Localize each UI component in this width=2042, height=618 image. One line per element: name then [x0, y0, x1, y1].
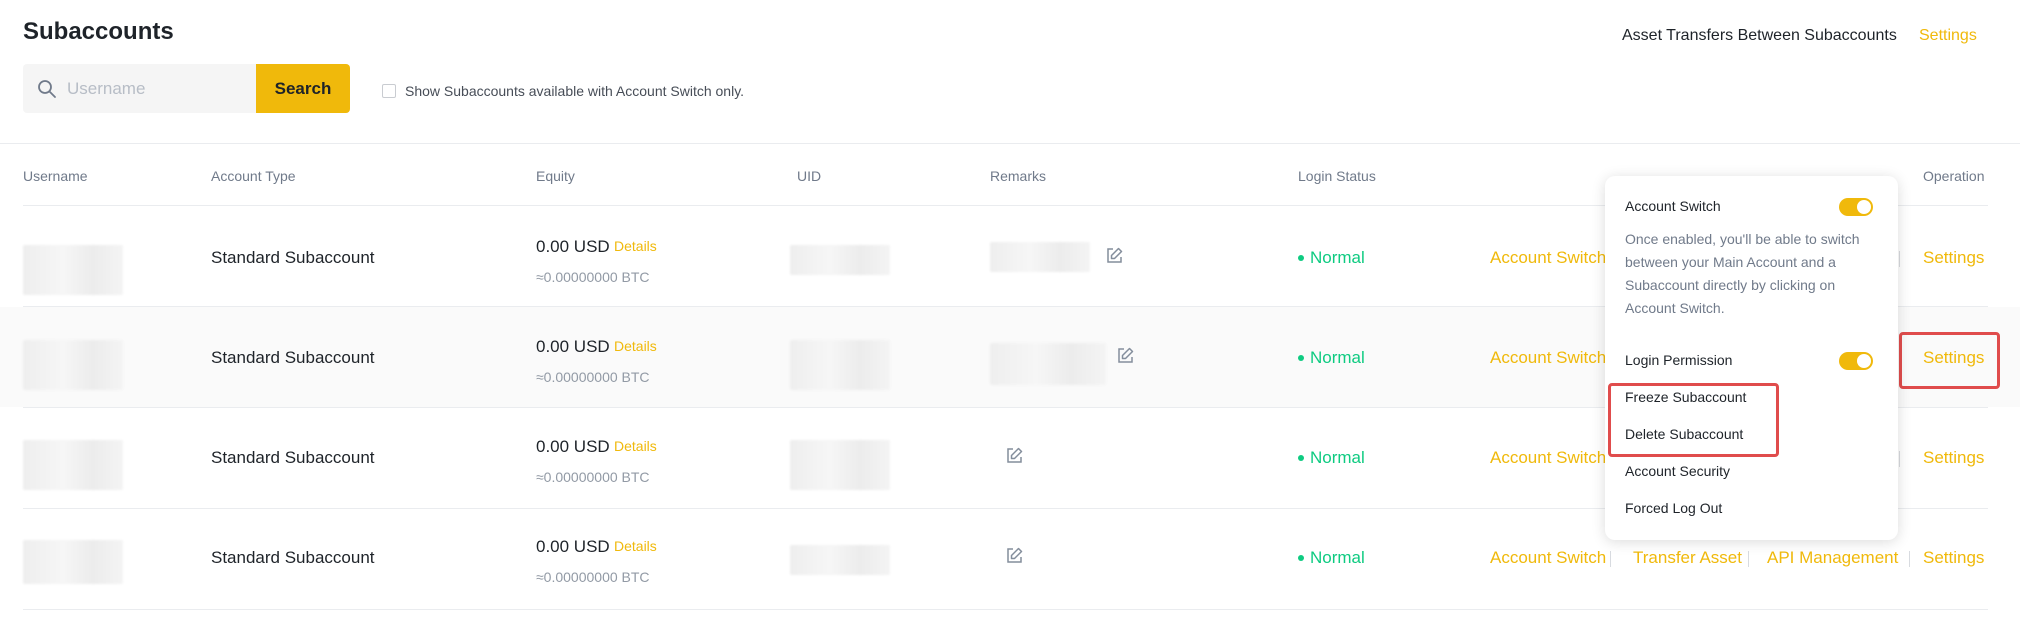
btc-value: ≈0.00000000 BTC [536, 569, 650, 585]
details-link[interactable]: Details [614, 438, 657, 454]
status-text: Normal [1310, 248, 1365, 267]
edit-icon[interactable] [1105, 247, 1123, 265]
account-switch-description: Once enabled, you'll be able to switch b… [1625, 231, 1860, 316]
column-header-uid: UID [797, 168, 822, 184]
uid-redacted [790, 340, 890, 390]
transfer-asset-link[interactable]: Transfer Asset [1633, 548, 1742, 568]
edit-icon[interactable] [1116, 347, 1134, 365]
account-switch-link[interactable]: Account Switch [1490, 448, 1606, 468]
filter-checkbox[interactable] [382, 84, 396, 98]
login-permission-toggle[interactable] [1839, 352, 1873, 370]
username-redacted [23, 245, 123, 295]
account-type: Standard Subaccount [211, 248, 375, 267]
edit-icon[interactable] [1005, 447, 1023, 465]
header-divider [0, 143, 2020, 144]
toggle-knob [1857, 200, 1871, 214]
edit-icon[interactable] [1005, 547, 1023, 565]
operation-separator [1610, 551, 1611, 567]
username-redacted [23, 340, 123, 390]
settings-highlight [1899, 332, 2000, 389]
status-text: Normal [1310, 448, 1365, 467]
details-link[interactable]: Details [614, 238, 657, 254]
freeze-delete-highlight [1608, 383, 1779, 457]
column-header-login-status: Login Status [1298, 168, 1376, 184]
remark-redacted [990, 343, 1106, 385]
transfer-settings-link[interactable]: Settings [1919, 27, 1977, 45]
details-link[interactable]: Details [614, 538, 657, 554]
search-box [23, 64, 256, 113]
login-status: Normal [1298, 248, 1365, 268]
account-type: Standard Subaccount [211, 448, 375, 467]
status-dot-icon [1298, 255, 1304, 261]
column-header-username: Username [23, 168, 88, 184]
status-text: Normal [1310, 348, 1365, 367]
column-header-equity: Equity [536, 168, 575, 184]
status-dot-icon [1298, 555, 1304, 561]
uid-redacted [790, 440, 890, 490]
account-security-item[interactable]: Account Security [1625, 463, 1730, 479]
page-title: Subaccounts [23, 18, 174, 45]
login-permission-label: Login Permission [1625, 352, 1733, 368]
operation-separator [1909, 551, 1910, 567]
settings-link[interactable]: Settings [1923, 248, 1984, 268]
transfer-label: Asset Transfers Between Subaccounts [1622, 27, 1897, 44]
remark-redacted [990, 242, 1090, 272]
toggle-knob [1857, 354, 1871, 368]
settings-link[interactable]: Settings [1923, 548, 1984, 568]
btc-value: ≈0.00000000 BTC [536, 269, 650, 285]
settings-link[interactable]: Settings [1923, 448, 1984, 468]
status-text: Normal [1310, 548, 1365, 567]
account-type: Standard Subaccount [211, 548, 375, 567]
uid-redacted [790, 545, 890, 575]
account-switch-link[interactable]: Account Switch [1490, 548, 1606, 568]
settings-popup: Account Switch Once enabled, you'll be a… [1605, 176, 1898, 540]
login-status: Normal [1298, 348, 1365, 368]
column-header-remarks: Remarks [990, 168, 1047, 184]
uid-redacted [790, 245, 890, 275]
btc-value: ≈0.00000000 BTC [536, 369, 650, 385]
equity-value: 0.00 USD [536, 237, 610, 256]
login-status: Normal [1298, 548, 1365, 568]
details-link[interactable]: Details [614, 338, 657, 354]
equity-value: 0.00 USD [536, 537, 610, 556]
status-dot-icon [1298, 355, 1304, 361]
status-dot-icon [1298, 455, 1304, 461]
forced-log-out-item[interactable]: Forced Log Out [1625, 500, 1722, 516]
filter-label: Show Subaccounts available with Account … [405, 83, 745, 99]
equity-value: 0.00 USD [536, 337, 610, 356]
row-divider [23, 609, 1988, 610]
username-redacted [23, 540, 123, 584]
account-switch-label: Account Switch [1625, 198, 1721, 214]
account-switch-link[interactable]: Account Switch [1490, 248, 1606, 268]
operation-separator [1899, 251, 1900, 267]
account-switch-toggle[interactable] [1839, 198, 1873, 216]
account-switch-link[interactable]: Account Switch [1490, 348, 1606, 368]
search-input[interactable] [65, 67, 249, 110]
column-header-operation: Operation [1923, 168, 1985, 184]
operation-separator [1748, 551, 1749, 567]
login-status: Normal [1298, 448, 1365, 468]
btc-value: ≈0.00000000 BTC [536, 469, 650, 485]
column-header-account-type: Account Type [211, 168, 296, 184]
search-button[interactable]: Search [256, 64, 350, 113]
operation-separator [1899, 451, 1900, 467]
account-type: Standard Subaccount [211, 348, 375, 367]
search-icon [38, 79, 56, 98]
username-redacted [23, 440, 123, 490]
api-management-link[interactable]: API Management [1767, 548, 1898, 568]
equity-value: 0.00 USD [536, 437, 610, 456]
